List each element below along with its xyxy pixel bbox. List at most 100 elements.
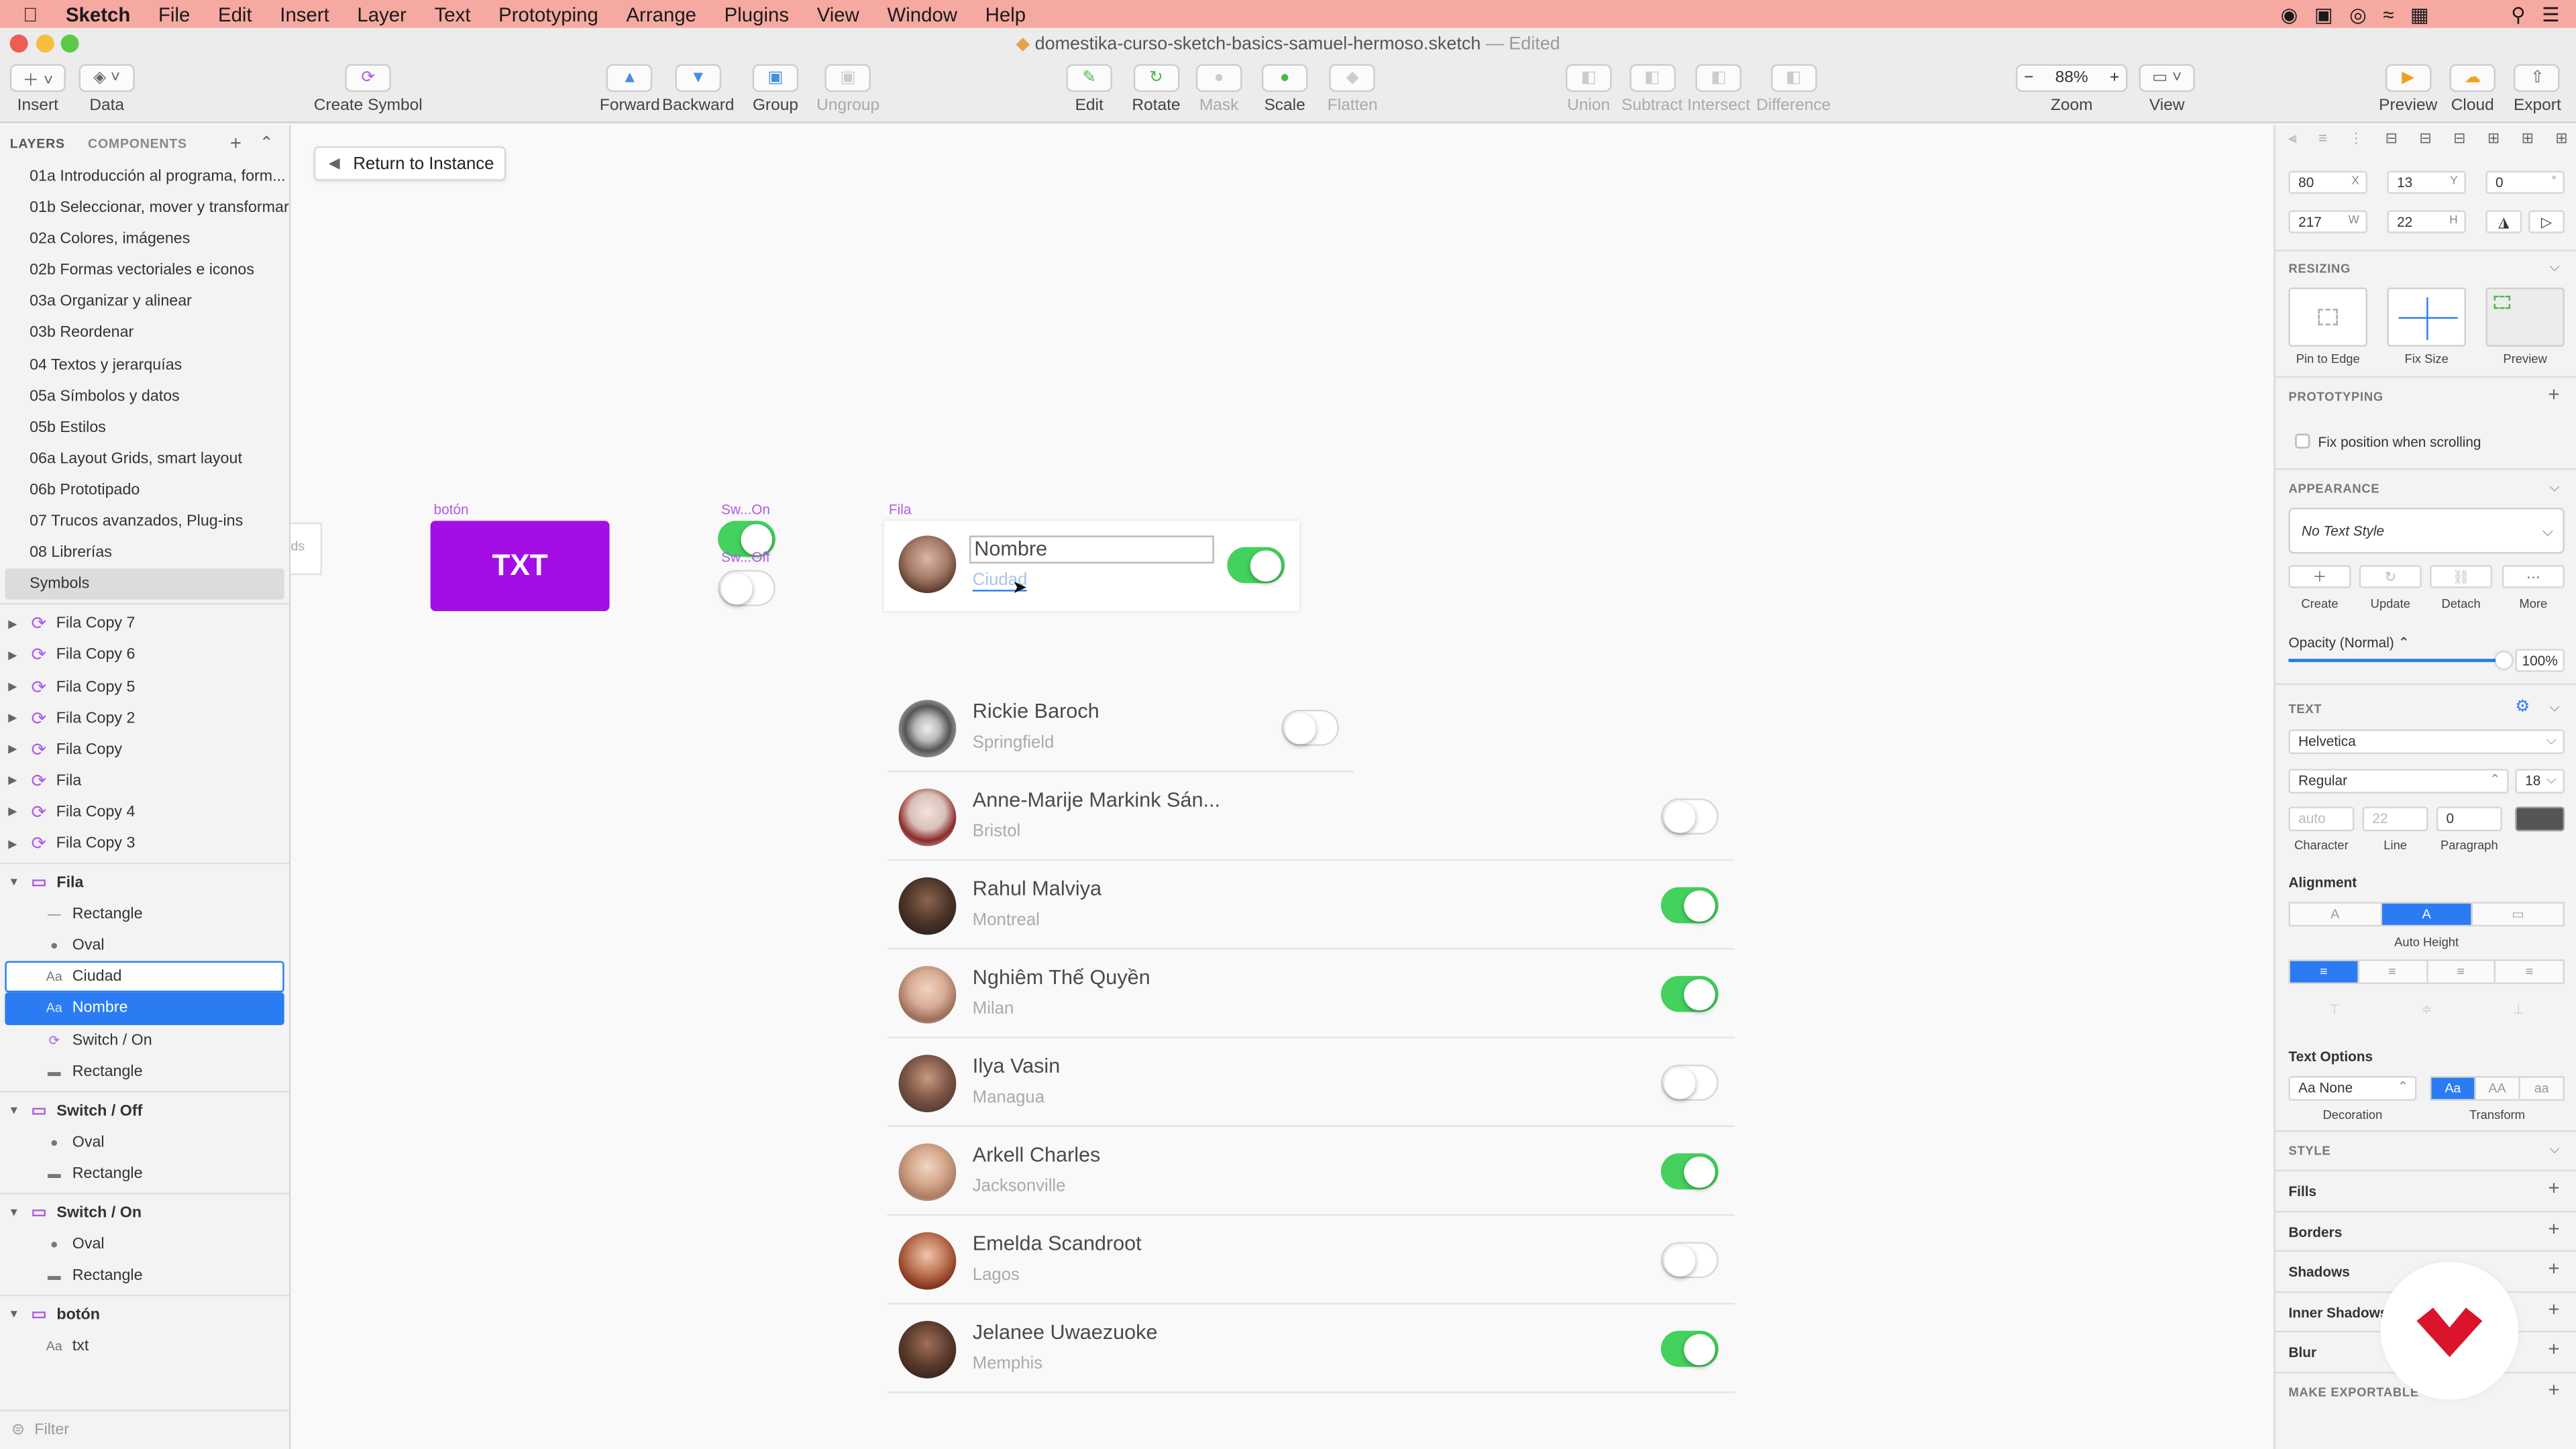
layer-switch-on-instance[interactable]: ⟳ Switch / On <box>0 1024 289 1056</box>
flip-horizontal-button[interactable]: ◮ <box>2485 210 2522 233</box>
distribute-h-icon[interactable]: ⊞ <box>2487 129 2500 148</box>
align-text-center-icon[interactable]: ≡ <box>2359 961 2428 983</box>
page-item-selected[interactable]: Symbols <box>5 568 284 600</box>
flip-vertical-button[interactable]: ▷ <box>2528 210 2565 233</box>
list-item[interactable]: Ilya Vasin Managua <box>887 1038 1735 1128</box>
group-icon[interactable]: ▣ <box>752 64 799 93</box>
intersect-icon[interactable]: ◧ <box>1695 64 1742 93</box>
list-item[interactable]: Rahul Malviya Montreal <box>887 861 1735 950</box>
subtract-icon[interactable]: ◧ <box>1629 64 1676 93</box>
group-tool[interactable]: ▣ Group <box>752 64 799 115</box>
list-item[interactable]: Nghiêm Thế Quyền Milan <box>887 950 1735 1038</box>
page-item[interactable]: 01a Introducción al programa, form... <box>0 161 289 193</box>
ungroup-icon[interactable]: ▣ <box>824 64 871 93</box>
mask-tool[interactable]: ● Mask <box>1195 64 1242 115</box>
layer-symbol-instance[interactable]: ▶ ⟳ Fila Copy <box>0 734 289 765</box>
disclosure-icon[interactable]: ▶ <box>8 649 24 662</box>
x-field[interactable]: 80 X <box>2288 170 2368 194</box>
intersect-tool[interactable]: ◧ Intersect <box>1687 64 1750 115</box>
add-fill-icon[interactable]: + <box>2548 1176 2559 1199</box>
horizontal-alignment-control[interactable]: ≡ ≡ ≡ ≡ <box>2288 959 2565 984</box>
rotate-icon[interactable]: ↻ <box>1133 64 1179 93</box>
font-weight-dropdown[interactable]: Regular ⌃ <box>2288 769 2509 794</box>
menu-plugins[interactable]: Plugins <box>724 3 789 25</box>
create-symbol-tool[interactable]: ⟳ Create Symbol <box>314 64 423 115</box>
disclosure-open-icon[interactable]: ▼ <box>8 1106 24 1117</box>
page-item[interactable]: 03b Reordenar <box>0 318 289 350</box>
transform-lowercase[interactable]: aa <box>2520 1078 2563 1099</box>
cc-icon[interactable]: ◎ <box>2349 3 2367 25</box>
collapse-pages-icon[interactable]: ⌃ <box>260 134 274 152</box>
backward-tool[interactable]: ▼ Backward <box>662 64 734 115</box>
page-item[interactable]: 05b Estilos <box>0 412 289 443</box>
line-height-field[interactable]: 22 <box>2362 806 2428 832</box>
add-page-icon[interactable]: + <box>230 131 242 154</box>
difference-tool[interactable]: ◧ Difference <box>1756 64 1831 115</box>
selection-box[interactable]: Nombre <box>969 535 1214 564</box>
disclosure-icon[interactable]: ▶ <box>8 774 24 788</box>
list-item[interactable]: Anne-Marije Markink Sán... Bristol <box>887 772 1735 861</box>
page-item[interactable]: 02b Formas vectoriales e iconos <box>0 255 289 286</box>
screen-icon[interactable]: ▣ <box>2314 3 2333 25</box>
layer-symbol-instance[interactable]: ▶ ⟳ Fila Copy 2 <box>0 702 289 734</box>
distribute-v-icon[interactable]: ⊞ <box>2522 129 2534 148</box>
edit-tool[interactable]: ✎ Edit <box>1066 64 1112 115</box>
layer-symbol-instance[interactable]: ▶ ⟳ Fila Copy 6 <box>0 640 289 672</box>
control-center-icon[interactable]: ☰ <box>2542 3 2559 25</box>
align-text-justify-icon[interactable]: ≡ <box>2496 961 2563 983</box>
offscreen-artboard[interactable]: ds <box>290 522 323 576</box>
menu-edit[interactable]: Edit <box>218 3 252 25</box>
layer-oval[interactable]: ● Oval <box>0 1229 289 1260</box>
zoom-control[interactable]: − 88% + <box>2015 64 2128 93</box>
text-style-dropdown[interactable]: No Text Style ⌵ <box>2288 507 2565 554</box>
zoom-out-icon[interactable]: − <box>2024 69 2033 87</box>
return-to-instance-button[interactable]: ◀ Return to Instance <box>313 146 506 181</box>
difference-icon[interactable]: ◧ <box>1770 64 1817 93</box>
menu-prototyping[interactable]: Prototyping <box>498 3 598 25</box>
cloud-tool[interactable]: ☁ Cloud <box>2449 64 2496 115</box>
row-toggle[interactable] <box>1660 1330 1719 1367</box>
menu-app[interactable]: Sketch <box>66 3 130 25</box>
rotation-field[interactable]: 0 ° <box>2485 170 2565 194</box>
list-item[interactable]: Arkell Charles Jacksonville <box>887 1127 1735 1216</box>
view-icon[interactable]: ▭ ˅ <box>2139 64 2195 93</box>
align-left-icon[interactable]: ⫷ <box>2288 129 2296 148</box>
list-item[interactable]: Emelda Scandroot Lagos <box>887 1216 1735 1305</box>
disclosure-icon[interactable]: ▶ <box>8 680 24 693</box>
list-item[interactable]: Jelanee Uwaezuoke Memphis <box>887 1305 1735 1393</box>
data-tool[interactable]: ◈ ˅ Data <box>78 64 135 115</box>
scale-tool[interactable]: ● Scale <box>1261 64 1308 115</box>
y-field[interactable]: 13 Y <box>2387 170 2466 194</box>
text-color-swatch[interactable] <box>2515 806 2565 832</box>
mask-icon[interactable]: ● <box>1195 64 1242 93</box>
chevron-down-icon[interactable]: ⌵ <box>2550 260 2560 276</box>
opacity-slider[interactable] <box>2288 659 2502 662</box>
font-family-dropdown[interactable]: Helvetica ⌵ <box>2288 729 2565 755</box>
cloud-icon[interactable]: ☁ <box>2449 64 2496 93</box>
view-tool[interactable]: ▭ ˅ View <box>2139 64 2195 115</box>
page-item[interactable]: 06a Layout Grids, smart layout <box>0 443 289 475</box>
fix-position-checkbox[interactable] <box>2295 433 2310 449</box>
rotate-tool[interactable]: ↻ Rotate <box>1132 64 1181 115</box>
disclosure-open-icon[interactable]: ▼ <box>8 1208 24 1219</box>
disclosure-icon[interactable]: ▶ <box>8 806 24 818</box>
calendar-icon[interactable]: ▦ <box>2410 3 2429 25</box>
union-tool[interactable]: ◧ Union <box>1565 64 1612 115</box>
play-icon[interactable]: ▶ <box>2385 64 2431 93</box>
layer-oval[interactable]: ● Oval <box>0 930 289 962</box>
artboard-boton[interactable]: ▼ ▭ botón <box>0 1300 289 1332</box>
opacity-label[interactable]: Opacity (Normal) ⌃ <box>2288 634 2410 652</box>
menu-arrange[interactable]: Arrange <box>626 3 696 25</box>
add-blur-icon[interactable]: + <box>2548 1337 2559 1360</box>
character-spacing-field[interactable]: auto <box>2288 806 2355 832</box>
fila-artboard[interactable]: Nombre Ciudad ➤ <box>883 521 1300 612</box>
disclosure-open-icon[interactable]: ▼ <box>8 877 24 889</box>
transform-control[interactable]: Aa AA aa <box>2430 1076 2565 1101</box>
layer-symbol-instance[interactable]: ▶ ⟳ Fila Copy 5 <box>0 671 289 702</box>
page-item[interactable]: 05a Símbolos y datos <box>0 380 289 412</box>
more-style-button[interactable]: ⋯ <box>2502 565 2565 588</box>
row-toggle[interactable] <box>1660 798 1719 835</box>
layer-ciudad[interactable]: Aa Ciudad <box>5 961 284 994</box>
export-icon[interactable]: ⇧ <box>2514 64 2561 93</box>
layer-rectangle[interactable]: ▬ Rectangle <box>0 1260 289 1292</box>
